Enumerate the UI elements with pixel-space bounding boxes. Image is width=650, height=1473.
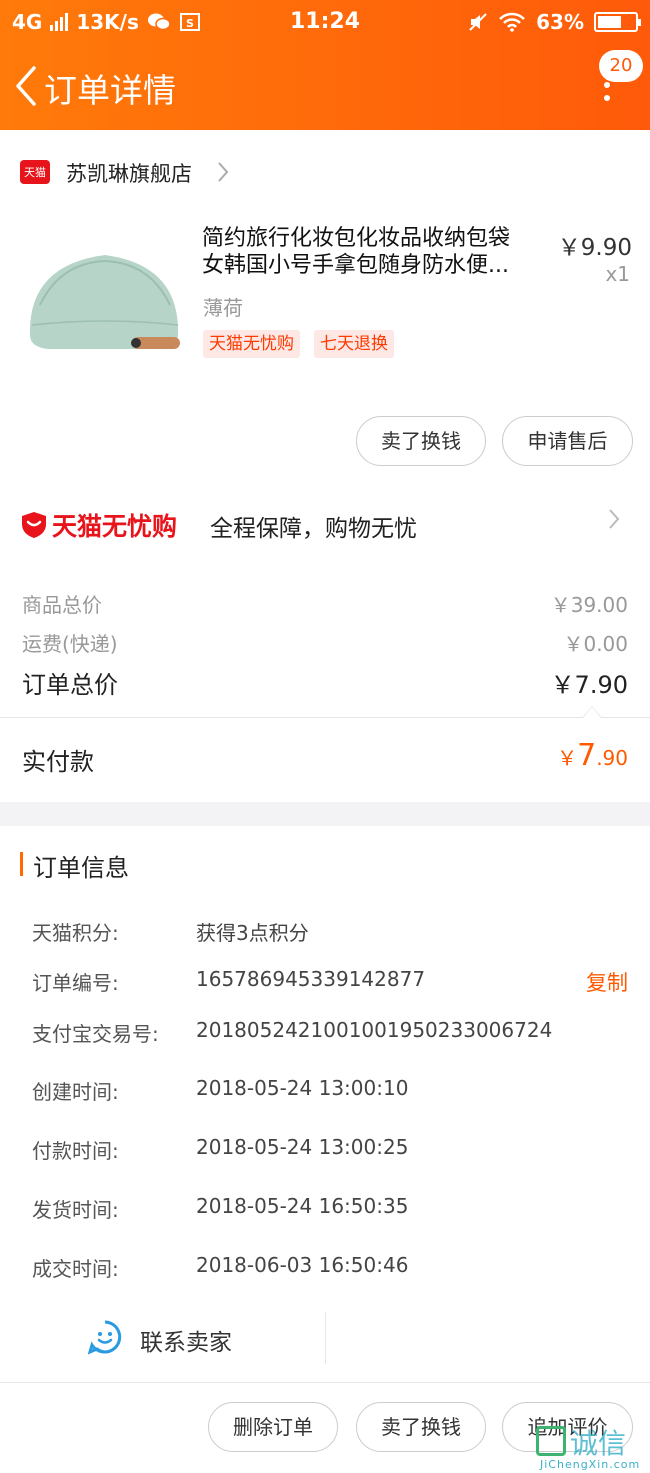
paid-integer: 7 xyxy=(577,738,597,773)
product-price: ￥9.90 xyxy=(557,235,632,261)
info-label-points: 天猫积分: xyxy=(32,921,119,945)
app-header: 4G 13K/s S 11:24 63% 订单详情 20 xyxy=(0,0,650,130)
delete-order-button[interactable]: 删除订单 xyxy=(208,1402,338,1452)
battery-percent: 63% xyxy=(536,10,584,34)
chevron-right-icon xyxy=(607,507,621,537)
battery-level xyxy=(598,16,621,28)
goods-total-value: ￥39.00 xyxy=(550,593,628,617)
shipping-label: 运费(快递) xyxy=(22,632,118,656)
after-sale-button[interactable]: 申请售后 xyxy=(502,416,633,466)
product-image[interactable] xyxy=(20,225,190,375)
info-value-paid: 2018-05-24 13:00:25 xyxy=(196,1135,409,1159)
order-info-title: 订单信息 xyxy=(33,854,129,882)
guarantee-text: 全程保障，购物无忧 xyxy=(210,516,417,542)
divider xyxy=(0,717,650,718)
info-value-created: 2018-05-24 13:00:10 xyxy=(196,1076,409,1100)
divider xyxy=(325,1312,326,1364)
chevron-right-icon xyxy=(216,160,230,190)
product-quantity: x1 xyxy=(605,262,630,286)
shield-icon xyxy=(22,512,46,538)
status-bar: 4G 13K/s S 11:24 63% xyxy=(0,0,650,46)
tmall-logo: 天猫 xyxy=(20,160,50,184)
info-value-points: 获得3点积分 xyxy=(196,921,309,945)
status-right: 63% xyxy=(468,10,641,34)
info-label-paid: 付款时间: xyxy=(32,1139,119,1163)
sell-button[interactable]: 卖了换钱 xyxy=(356,416,486,466)
section-separator xyxy=(0,802,650,826)
contact-seller-label: 联系卖家 xyxy=(140,1330,232,1356)
info-label-completed: 成交时间: xyxy=(32,1257,119,1281)
order-total-value: ￥7.90 xyxy=(550,671,628,699)
watermark: 诚信 JiChengXin.com xyxy=(530,1420,650,1473)
watermark-subtext: JiChengXin.com xyxy=(540,1458,641,1471)
message-count-badge[interactable]: 20 xyxy=(599,50,643,82)
sell-button-bottom[interactable]: 卖了换钱 xyxy=(356,1402,486,1452)
more-vertical-icon[interactable] xyxy=(600,80,614,104)
section-accent-bar xyxy=(20,852,23,876)
order-total-label: 订单总价 xyxy=(22,671,118,699)
guarantee-row[interactable]: 天猫无忧购 全程保障，购物无忧 xyxy=(0,495,650,555)
product-title[interactable]: 简约旅行化妆包化妆品收纳包袋 女韩国小号手拿包随身防水便... xyxy=(202,225,537,279)
paid-decimal: .90 xyxy=(596,746,628,770)
info-value-order-number: 165786945339142877 xyxy=(196,967,426,991)
info-value-alipay-number: 2018052421001001950233006724 xyxy=(196,1018,553,1042)
info-label-order-number: 订单编号: xyxy=(32,971,119,995)
shop-row[interactable]: 天猫 苏凯琳旗舰店 xyxy=(0,146,650,202)
tag-worry-free: 天猫无忧购 xyxy=(203,330,300,358)
back-arrow-icon[interactable] xyxy=(8,62,48,110)
contact-seller-button[interactable]: 联系卖家 xyxy=(0,1313,325,1363)
customer-service-icon xyxy=(87,1320,122,1355)
product-title-line2: 女韩国小号手拿包随身防水便... xyxy=(202,253,509,278)
info-label-shipped: 发货时间: xyxy=(32,1198,119,1222)
shop-name[interactable]: 苏凯琳旗舰店 xyxy=(66,158,192,188)
goods-total-label: 商品总价 xyxy=(22,593,102,617)
paid-label: 实付款 xyxy=(22,748,94,776)
page-title: 订单详情 xyxy=(44,71,176,110)
paid-currency: ￥ xyxy=(557,746,578,770)
watermark-text: 诚信 xyxy=(570,1427,627,1460)
shipping-value: ￥0.00 xyxy=(563,632,628,656)
watermark-logo-icon xyxy=(536,1426,566,1456)
wifi-icon xyxy=(499,12,526,32)
product-variant: 薄荷 xyxy=(203,296,243,320)
mute-icon xyxy=(469,13,487,31)
guarantee-brand: 天猫无忧购 xyxy=(52,512,178,541)
paid-value: ￥7.90 xyxy=(557,738,628,773)
copy-button[interactable]: 复制 xyxy=(586,967,628,997)
product-title-line1: 简约旅行化妆包化妆品收纳包袋 xyxy=(202,226,511,251)
info-label-alipay-number: 支付宝交易号: xyxy=(32,1022,159,1046)
battery-icon xyxy=(594,12,641,32)
info-label-created: 创建时间: xyxy=(32,1080,119,1104)
caret-up-icon xyxy=(582,706,602,718)
info-value-shipped: 2018-05-24 16:50:35 xyxy=(196,1194,409,1218)
info-value-completed: 2018-06-03 16:50:46 xyxy=(196,1253,409,1277)
tag-seven-day-return: 七天退换 xyxy=(314,330,394,358)
